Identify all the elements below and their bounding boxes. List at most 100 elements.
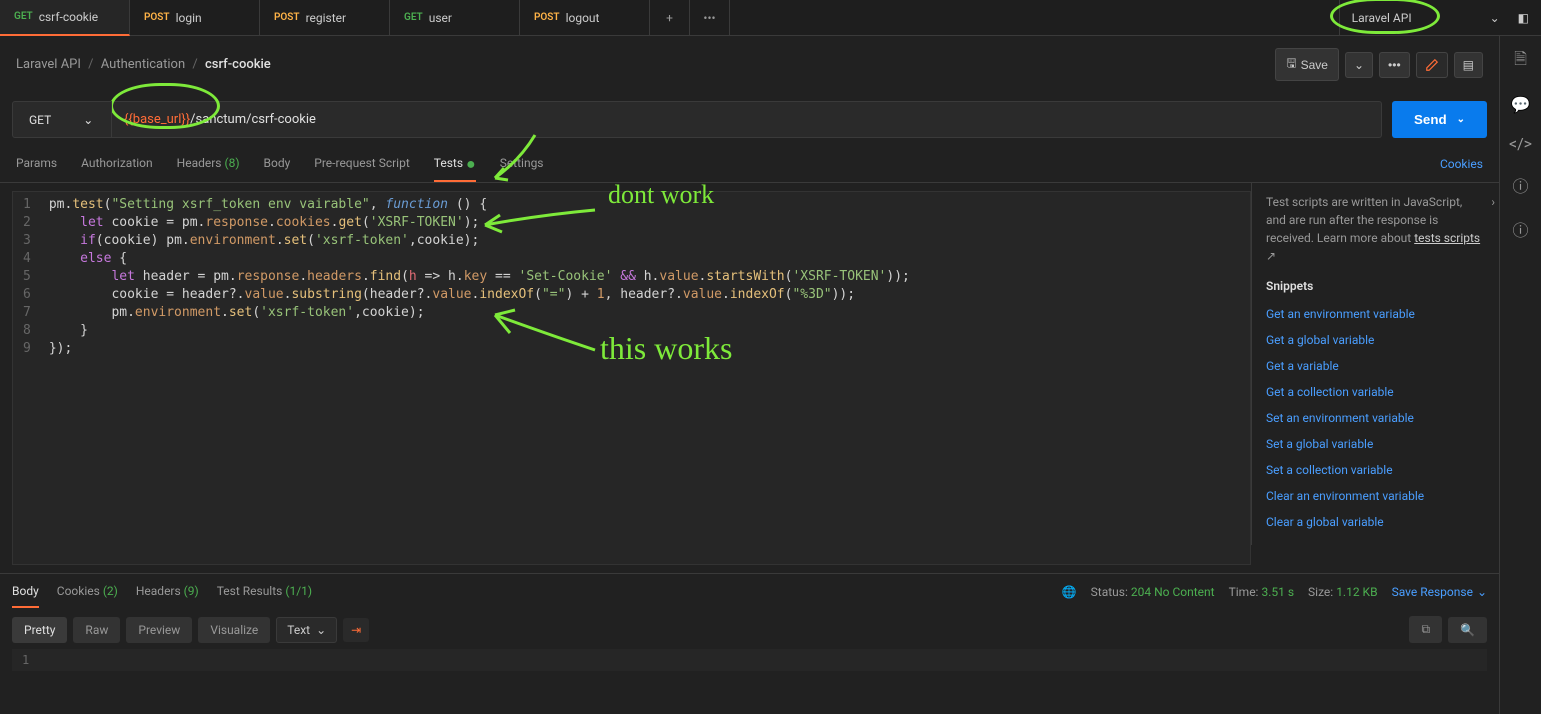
breadcrumb-folder[interactable]: Authentication — [101, 57, 185, 72]
snippet-clear-global-var[interactable]: Clear a global variable — [1266, 509, 1485, 535]
view-pretty[interactable]: Pretty — [12, 617, 67, 643]
status-value: 204 No Content — [1131, 585, 1215, 599]
save-label: Save — [1301, 58, 1328, 72]
tab-login[interactable]: POST login — [130, 0, 260, 36]
documentation-icon[interactable]: 🗎 — [1514, 48, 1527, 75]
breadcrumb-separator: / — [88, 57, 93, 72]
globe-icon[interactable]: 🌐 — [1062, 585, 1077, 599]
info-icon[interactable]: ⓘ — [1512, 217, 1528, 241]
save-response-button[interactable]: Save Response ⌄ — [1392, 585, 1487, 599]
tab-headers[interactable]: Headers (8) — [177, 146, 240, 182]
save-dropdown-button[interactable]: ⌄ — [1345, 52, 1373, 78]
size-label: Size: — [1308, 585, 1333, 599]
response-body[interactable]: 1 — [12, 649, 1487, 671]
code-content[interactable]: pm.test("Setting xsrf_token env vairable… — [41, 192, 918, 564]
snippet-set-env-var[interactable]: Set an environment variable — [1266, 405, 1485, 431]
tab-register[interactable]: POST register — [260, 0, 390, 36]
code-editor[interactable]: 123456789 pm.test("Setting xsrf_token en… — [12, 191, 1251, 565]
response-pane: Body Cookies (2) Headers (9) Test Result… — [0, 573, 1499, 671]
tab-params[interactable]: Params — [16, 146, 57, 182]
tab-body[interactable]: Body — [264, 146, 291, 182]
code-icon[interactable]: </> — [1509, 134, 1532, 153]
breadcrumb-root[interactable]: Laravel API — [16, 57, 81, 72]
url-row: GET ⌄ {{base_url}}/sanctum/csrf-cookie S… — [0, 93, 1499, 146]
snippet-get-env-var[interactable]: Get an environment variable — [1266, 301, 1485, 327]
resp-tab-headers[interactable]: Headers (9) — [136, 576, 199, 608]
tab-csrf-cookie[interactable]: GET csrf-cookie — [0, 0, 130, 36]
resp-headers-label: Headers — [136, 584, 181, 598]
resp-cookies-label: Cookies — [57, 584, 100, 598]
view-raw[interactable]: Raw — [73, 617, 120, 643]
time-value: 3.51 s — [1261, 585, 1294, 599]
lightbulb-icon[interactable]: ⓘ — [1512, 173, 1528, 197]
resp-tab-cookies[interactable]: Cookies (2) — [57, 576, 118, 608]
tab-user[interactable]: GET user — [390, 0, 520, 36]
layout-button[interactable]: ▤ — [1454, 52, 1483, 78]
save-button[interactable]: 🖫 Save — [1275, 48, 1339, 81]
method-selector[interactable]: GET ⌄ — [12, 101, 112, 138]
copy-response-icon[interactable]: ⧉ — [1409, 616, 1442, 643]
time-label: Time: — [1229, 585, 1259, 599]
view-preview[interactable]: Preview — [126, 617, 192, 643]
breadcrumb-row: Laravel API / Authentication / csrf-cook… — [0, 36, 1499, 93]
snippet-clear-env-var[interactable]: Clear an environment variable — [1266, 483, 1485, 509]
cookies-link[interactable]: Cookies — [1440, 147, 1483, 181]
chevron-down-icon: ⌄ — [1457, 114, 1465, 125]
save-response-label: Save Response — [1392, 585, 1473, 599]
format-dropdown[interactable]: Text ⌄ — [276, 617, 337, 643]
breadcrumb: Laravel API / Authentication / csrf-cook… — [16, 57, 271, 72]
request-tabs: Params Authorization Headers (8) Body Pr… — [0, 146, 1499, 183]
more-actions-button[interactable]: ••• — [1379, 52, 1410, 78]
expand-sidebar-icon[interactable]: › — [1487, 191, 1499, 213]
search-response-icon[interactable]: 🔍 — [1448, 617, 1487, 643]
tab-label: register — [306, 11, 347, 25]
response-toolbar: Pretty Raw Preview Visualize Text ⌄ ⇥ ⧉ … — [0, 610, 1499, 649]
wrap-lines-icon[interactable]: ⇥ — [343, 618, 369, 642]
tab-tests[interactable]: Tests ● — [434, 146, 476, 182]
comments-icon[interactable]: 💬 — [1511, 95, 1531, 114]
snippet-get-global-var[interactable]: Get a global variable — [1266, 327, 1485, 353]
tab-tests-label: Tests — [434, 156, 463, 170]
url-path: /sanctum/csrf-cookie — [190, 112, 316, 127]
tab-logout[interactable]: POST logout — [520, 0, 650, 36]
snippets-header: Snippets — [1266, 279, 1485, 293]
tests-scripts-link[interactable]: tests scripts — [1414, 231, 1480, 245]
top-tabs-bar: GET csrf-cookie POST login POST register… — [0, 0, 1541, 36]
snippet-get-var[interactable]: Get a variable — [1266, 353, 1485, 379]
view-visualize[interactable]: Visualize — [198, 617, 270, 643]
snippet-set-collection-var[interactable]: Set a collection variable — [1266, 457, 1485, 483]
method-badge: POST — [274, 12, 300, 23]
tab-prerequest[interactable]: Pre-request Script — [314, 146, 409, 182]
resp-tab-test-results[interactable]: Test Results (1/1) — [217, 576, 312, 608]
send-button[interactable]: Send ⌄ — [1392, 101, 1487, 138]
edit-button[interactable] — [1416, 52, 1448, 78]
resp-test-results-count: (1/1) — [285, 584, 312, 598]
response-status: 🌐 Status: 204 No Content Time: 3.51 s Si… — [1062, 585, 1487, 599]
chevron-down-icon: ⌄ — [1490, 11, 1500, 25]
breadcrumb-separator: / — [192, 57, 197, 72]
tab-label: logout — [566, 11, 600, 25]
save-icon: 🖫 — [1286, 54, 1296, 75]
tab-settings[interactable]: Settings — [500, 146, 544, 182]
resp-tab-body[interactable]: Body — [12, 576, 39, 608]
chevron-down-icon: ⌄ — [316, 623, 326, 637]
response-line-number: 1 — [12, 653, 39, 667]
tab-authorization[interactable]: Authorization — [81, 146, 153, 182]
status-label: Status: — [1091, 585, 1128, 599]
panel-description: Test scripts are written in JavaScript, … — [1266, 193, 1485, 265]
method-badge: GET — [404, 12, 423, 23]
environment-selector[interactable]: Laravel API ⌄ ◧ — [1339, 0, 1541, 36]
snippet-set-global-var[interactable]: Set a global variable — [1266, 431, 1485, 457]
chevron-down-icon: ⌄ — [1477, 585, 1487, 599]
url-variable: {{base_url}} — [124, 112, 190, 127]
method-badge: POST — [534, 12, 560, 23]
right-sidebar: 🗎 💬 </> ⓘ ⓘ — [1499, 36, 1541, 714]
response-tabs: Body Cookies (2) Headers (9) Test Result… — [0, 574, 1499, 610]
breadcrumb-actions: 🖫 Save ⌄ ••• ▤ — [1275, 48, 1483, 81]
environment-quick-look-icon[interactable]: ◧ — [1518, 11, 1529, 25]
tab-headers-label: Headers — [177, 156, 222, 170]
url-input[interactable]: {{base_url}}/sanctum/csrf-cookie — [112, 101, 1382, 138]
tabs-more-button[interactable]: ••• — [690, 0, 730, 36]
add-tab-button[interactable]: + — [650, 0, 690, 36]
snippet-get-collection-var[interactable]: Get a collection variable — [1266, 379, 1485, 405]
